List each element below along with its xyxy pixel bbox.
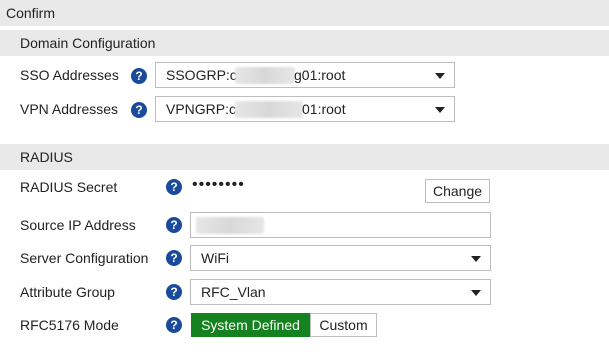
radius-secret-label: RADIUS Secret	[20, 179, 118, 195]
attr-group-help-icon[interactable]: ?	[166, 284, 182, 300]
rfc5176-label: RFC5176 Mode	[20, 317, 119, 333]
radius-title: RADIUS	[20, 149, 73, 165]
sso-value-suffix: g01:root	[294, 67, 346, 83]
chevron-down-icon	[471, 290, 481, 296]
chevron-down-icon	[435, 73, 445, 79]
sso-addresses-label: SSO Addresses	[20, 67, 119, 83]
sso-help-icon[interactable]: ?	[131, 68, 147, 84]
vpn-addresses-label: VPN Addresses	[20, 101, 119, 117]
vpn-addresses-select[interactable]: VPNGRP:c 01:root	[155, 96, 455, 122]
confirm-title: Confirm	[6, 5, 56, 21]
source-ip-label: Source IP Address	[20, 217, 136, 233]
attr-group-select[interactable]: RFC_Vlan	[190, 279, 491, 305]
chevron-down-icon	[435, 107, 445, 113]
confirm-header: Confirm	[0, 0, 609, 26]
chevron-down-icon	[471, 256, 481, 262]
server-config-select[interactable]: WiFi	[190, 245, 491, 271]
domain-config-title: Domain Configuration	[20, 35, 156, 51]
source-ip-help-icon[interactable]: ?	[166, 217, 182, 233]
server-config-help-icon[interactable]: ?	[166, 250, 182, 266]
vpn-redacted-block	[235, 101, 303, 118]
sso-value-prefix: SSOGRP:c	[166, 67, 237, 83]
source-ip-redacted-block	[196, 217, 264, 234]
sso-redacted-block	[235, 67, 295, 84]
radius-secret-masked: ••••••••	[192, 176, 245, 193]
attr-group-label: Attribute Group	[20, 284, 115, 300]
source-ip-input[interactable]	[190, 212, 491, 238]
radius-secret-help-icon[interactable]: ?	[166, 179, 182, 195]
vpn-value-prefix: VPNGRP:c	[166, 101, 237, 117]
server-config-label: Server Configuration	[20, 250, 149, 266]
domain-config-section-header: Domain Configuration	[0, 30, 609, 56]
server-config-value: WiFi	[201, 250, 229, 266]
vpn-help-icon[interactable]: ?	[131, 102, 147, 118]
rfc5176-help-icon[interactable]: ?	[166, 317, 182, 333]
radius-section-header: RADIUS	[0, 144, 609, 170]
attr-group-value: RFC_Vlan	[201, 284, 266, 300]
change-button[interactable]: Change	[425, 179, 490, 203]
system-defined-toggle[interactable]: System Defined	[191, 313, 310, 337]
custom-toggle[interactable]: Custom	[310, 313, 377, 337]
vpn-value-suffix: 01:root	[302, 101, 346, 117]
sso-addresses-select[interactable]: SSOGRP:c g01:root	[155, 62, 455, 88]
